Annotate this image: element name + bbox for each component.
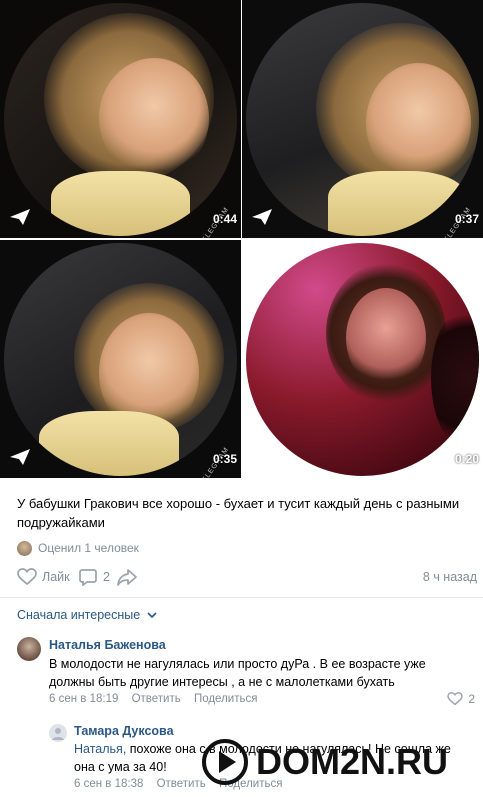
reply-mention[interactable]: Наталья, <box>74 742 126 756</box>
video-circle-4 <box>246 243 479 476</box>
video-circle-3 <box>4 243 237 476</box>
rated-by[interactable]: Оценил 1 человек <box>17 539 139 557</box>
share-icon <box>117 569 137 586</box>
heart-icon <box>447 692 464 706</box>
video-tile-4[interactable]: 0:20 <box>242 240 483 478</box>
sort-label: Сначала интересные <box>17 608 141 622</box>
divider <box>0 597 483 598</box>
comment-likes: 2 <box>468 692 475 706</box>
rated-text: Оценил 1 человек <box>38 541 139 555</box>
user-icon <box>52 728 64 740</box>
comment-1: Наталья Баженова В молодости не нагуляла… <box>0 633 483 713</box>
chevron-down-icon <box>147 612 157 619</box>
share-button[interactable] <box>117 566 137 588</box>
telegram-icon <box>10 209 30 225</box>
comment-text: В молодости не нагулялась или просто дуР… <box>49 657 426 689</box>
liker-avatar <box>17 540 32 556</box>
telegram-icon <box>10 449 30 465</box>
comment-author[interactable]: Тамара Дуксова <box>74 724 174 738</box>
comment-date[interactable]: 6 сен в 18:38 <box>74 778 143 790</box>
site-watermark: DOM2N.RU <box>200 737 448 787</box>
telegram-icon <box>252 209 272 225</box>
comment-author[interactable]: Наталья Баженова <box>49 638 166 652</box>
video-tile-1[interactable]: TELEGRAM 0:44 <box>0 0 241 238</box>
heart-icon <box>17 568 37 586</box>
comments-sort[interactable]: Сначала интересные <box>17 608 159 622</box>
video-duration: 0:20 <box>454 452 479 466</box>
comment-like-button[interactable]: 2 <box>447 692 475 706</box>
comments-count: 2 <box>103 570 110 584</box>
video-tile-3[interactable]: TELEGRAM 0:35 <box>0 240 241 478</box>
video-duration: 0:35 <box>212 452 237 466</box>
post-text: У бабушки Гракович все хорошо - бухает и… <box>17 496 460 530</box>
comment-meta: 6 сен в 18:19 Ответить Поделиться <box>49 693 267 705</box>
avatar[interactable] <box>17 637 41 661</box>
post-actions: Лайк 2 8 ч назад <box>17 566 477 588</box>
video-duration: 0:44 <box>212 212 237 226</box>
like-label: Лайк <box>42 570 70 584</box>
site-logo-text: DOM2N.RU <box>256 741 449 782</box>
play-circle-icon <box>202 739 248 785</box>
comment-button[interactable]: 2 <box>79 566 110 588</box>
video-duration: 0:37 <box>454 212 479 226</box>
like-button[interactable]: Лайк <box>17 566 70 588</box>
video-grid: TELEGRAM 0:44 TELEGRAM 0:37 TELEGRAM 0:3… <box>0 0 483 482</box>
share-comment-button[interactable]: Поделиться <box>194 693 258 705</box>
reply-button[interactable]: Ответить <box>132 693 181 705</box>
comment-date[interactable]: 6 сен в 18:19 <box>49 693 118 705</box>
post-time: 8 ч назад <box>422 570 477 584</box>
video-circle-1 <box>4 3 237 236</box>
reply-button[interactable]: Ответить <box>157 778 206 790</box>
video-circle-2 <box>246 3 479 236</box>
video-tile-2[interactable]: TELEGRAM 0:37 <box>242 0 483 238</box>
avatar[interactable] <box>49 724 67 742</box>
comment-icon <box>79 569 97 586</box>
